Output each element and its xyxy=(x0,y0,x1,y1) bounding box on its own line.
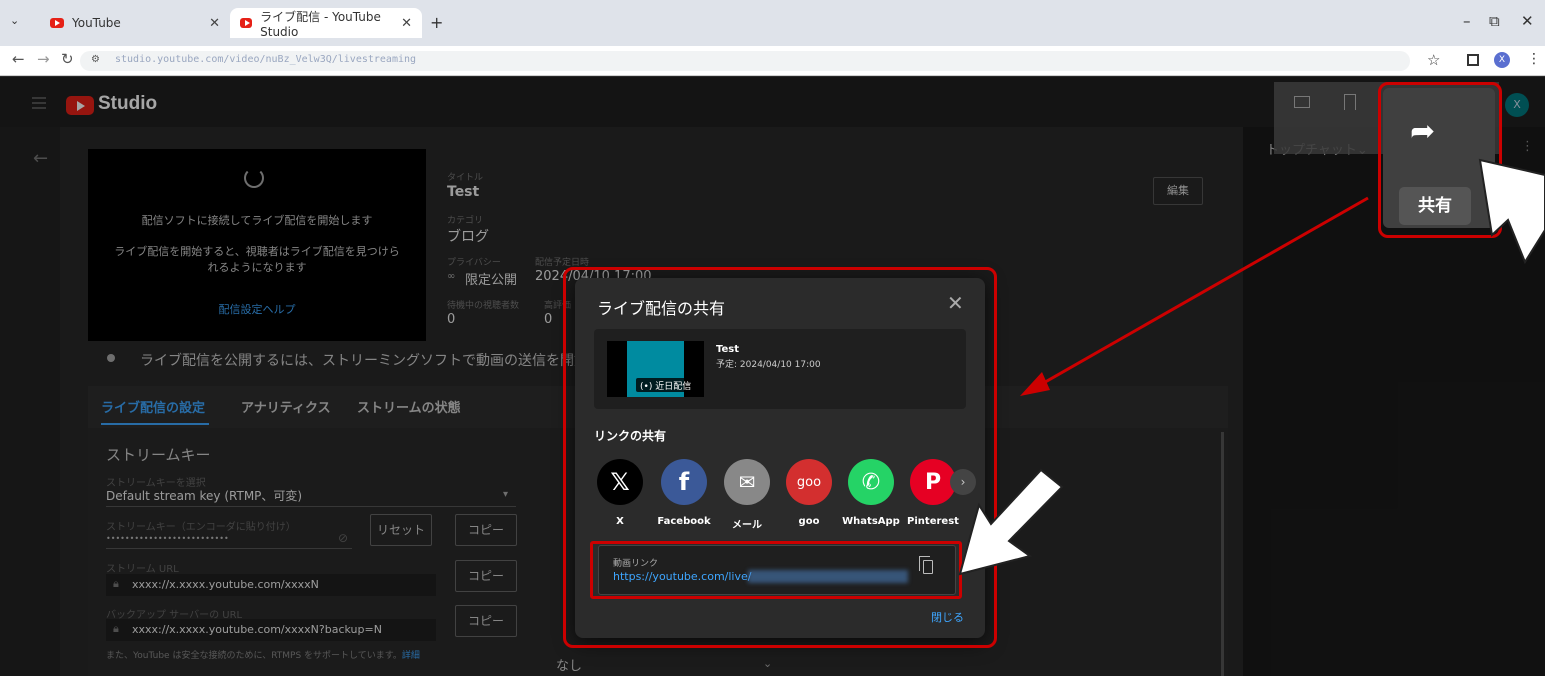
large-white-cursor-bottom xyxy=(958,468,1064,576)
annotation-arrows xyxy=(958,158,1545,576)
red-pointer-arrow xyxy=(1020,196,1369,396)
large-white-cursor-top xyxy=(1478,158,1545,265)
